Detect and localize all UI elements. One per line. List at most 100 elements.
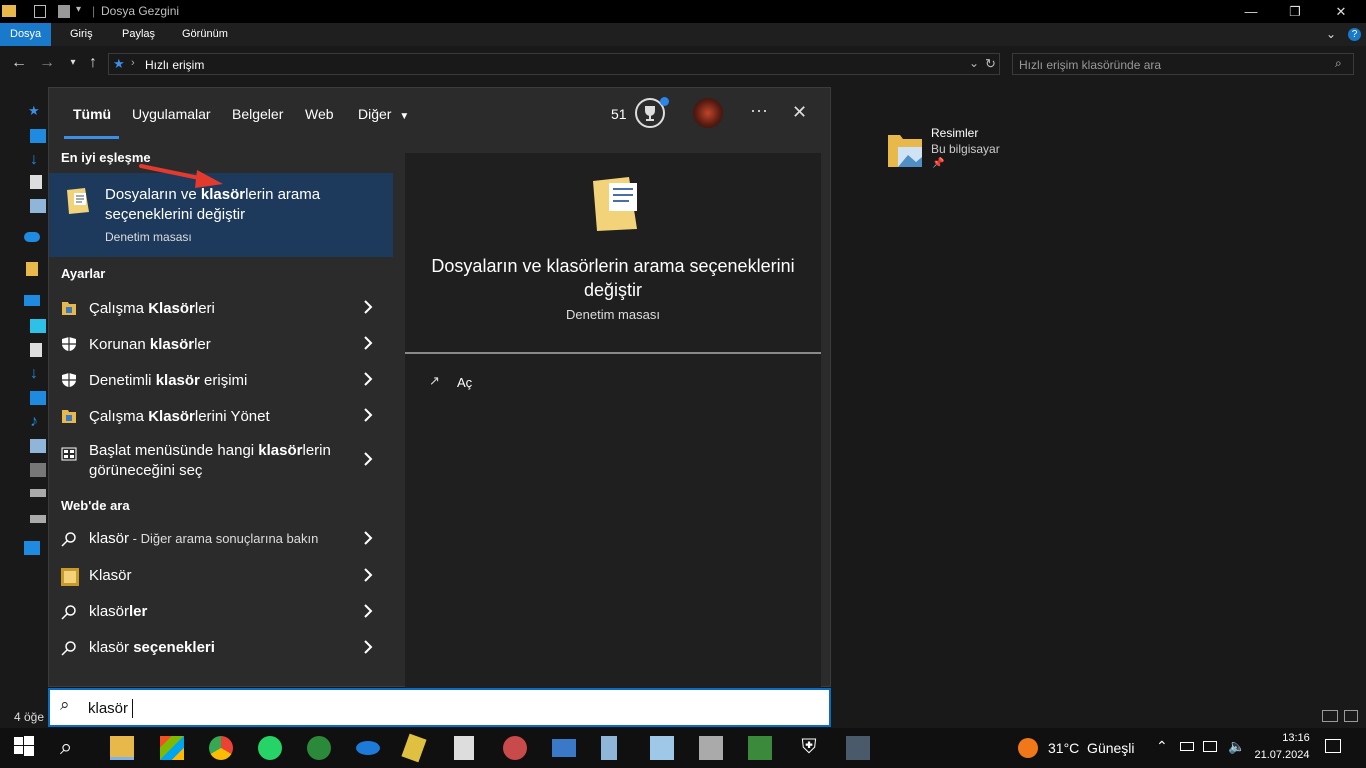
video-icon[interactable]	[30, 463, 46, 477]
chevron-right-icon	[361, 638, 375, 656]
folder-icon	[2, 5, 16, 17]
item-count: 4 öğe	[14, 710, 45, 724]
open-action[interactable]: ↗ Aç	[425, 371, 625, 395]
shield-icon	[61, 336, 77, 352]
up-button[interactable]: ↑	[82, 52, 104, 74]
settings-item[interactable]: Denetimli klasör erişimi	[49, 362, 393, 398]
document-icon[interactable]	[30, 343, 42, 357]
settings-item[interactable]: Çalışma Klasörlerini Yönet	[49, 398, 393, 434]
avatar[interactable]	[693, 98, 723, 128]
chevron-down-icon[interactable]: ⌄	[969, 56, 979, 70]
weather-sun-icon[interactable]	[1018, 738, 1038, 758]
search-query: klasör	[88, 700, 129, 717]
clock-date[interactable]: 21.07.2024	[1252, 749, 1312, 761]
item-name: Resimler	[931, 126, 979, 140]
chevron-down-icon[interactable]: ⌄	[1326, 27, 1336, 41]
new-folder-icon[interactable]	[58, 5, 70, 18]
app-icon[interactable]	[846, 736, 870, 760]
whatsapp-icon[interactable]	[258, 736, 282, 760]
app-icon[interactable]	[454, 736, 474, 760]
tab-file[interactable]: Dosya	[0, 23, 52, 46]
folder-icon[interactable]	[26, 262, 38, 276]
tab-more[interactable]: Diğer ▼	[358, 106, 409, 122]
clock-time[interactable]: 13:16	[1266, 732, 1326, 744]
shield-icon[interactable]: ⛨	[797, 736, 821, 760]
large-icons-view-icon[interactable]	[1344, 710, 1358, 722]
label-part: Çalışma	[89, 300, 149, 317]
this-pc-icon[interactable]	[24, 295, 40, 306]
breadcrumb-separator-icon: ›	[131, 57, 135, 69]
3d-objects-icon[interactable]	[30, 319, 46, 333]
drive-icon[interactable]	[30, 515, 46, 523]
tab-view[interactable]: Görünüm	[172, 23, 238, 46]
battery-icon[interactable]	[1180, 742, 1194, 751]
tab-share[interactable]: Paylaş	[112, 23, 165, 46]
settings-item[interactable]: Korunan klasörler	[49, 326, 393, 362]
shield-icon	[61, 372, 77, 388]
search-input[interactable]: ⌕ klasör	[48, 688, 831, 727]
file-explorer-icon[interactable]	[110, 736, 134, 760]
settings-item[interactable]: Başlat menüsünde hangi klasörlerin görüne…	[49, 436, 393, 484]
start-button[interactable]	[14, 736, 38, 760]
chevron-down-icon[interactable]: ▾	[76, 4, 81, 15]
app-icon[interactable]	[699, 736, 723, 760]
help-icon[interactable]: ?	[1348, 28, 1361, 41]
app-icon[interactable]	[748, 736, 772, 760]
desktop-icon[interactable]	[30, 129, 46, 143]
back-button[interactable]: ←	[8, 52, 30, 74]
chevron-up-icon[interactable]: ⌃	[1156, 738, 1168, 755]
music-icon[interactable]: ♪	[30, 413, 46, 430]
network-icon[interactable]	[24, 541, 40, 555]
store-icon[interactable]	[160, 736, 184, 760]
app-icon[interactable]	[601, 736, 617, 760]
recent-locations-button[interactable]: ▾	[62, 52, 84, 74]
app-icon[interactable]	[503, 736, 527, 760]
pictures-icon[interactable]	[30, 439, 46, 453]
forward-button[interactable]: →	[36, 52, 58, 74]
tab-documents[interactable]: Belgeler	[232, 106, 283, 122]
active-tab-indicator	[64, 136, 119, 139]
app-icon[interactable]	[356, 741, 380, 755]
volume-icon[interactable]: 🔈	[1228, 738, 1245, 755]
explorer-search-input[interactable]: Hızlı erişim klasöründe ara ⌕	[1012, 53, 1354, 75]
drive-icon[interactable]	[30, 489, 46, 497]
web-search-item[interactable]: klasör seçenekleri	[49, 630, 393, 666]
breadcrumb[interactable]: Hızlı erişim	[145, 58, 204, 72]
app-icon[interactable]	[650, 736, 674, 760]
chrome-icon[interactable]	[209, 736, 233, 760]
tab-apps[interactable]: Uygulamalar	[132, 106, 211, 122]
app-icon[interactable]	[401, 733, 427, 763]
document-icon[interactable]	[30, 175, 42, 189]
network-icon[interactable]	[1203, 741, 1217, 752]
download-icon[interactable]: ↓	[30, 365, 46, 382]
web-search-item[interactable]: klasörler	[49, 594, 393, 630]
web-search-item[interactable]: Klasör	[49, 558, 393, 594]
settings-item[interactable]: Çalışma Klasörleri	[49, 290, 393, 326]
close-icon[interactable]: ✕	[792, 102, 807, 123]
notifications-icon[interactable]	[1325, 739, 1341, 753]
minimize-button[interactable]: —	[1228, 0, 1274, 23]
chevron-down-icon: ▼	[399, 111, 410, 122]
pictures-icon[interactable]	[30, 199, 46, 213]
tab-all[interactable]: Tümü	[73, 106, 111, 122]
download-icon[interactable]: ↓	[30, 151, 46, 168]
close-button[interactable]: ✕	[1318, 0, 1364, 23]
web-search-item[interactable]: klasör - Diğer arama sonuçlarına bakın	[49, 521, 393, 557]
app-icon[interactable]	[307, 736, 331, 760]
search-icon[interactable]: ⌕	[60, 736, 84, 760]
tab-home[interactable]: Giriş	[60, 23, 103, 46]
list-item[interactable]: Resimler Bu bilgisayar 📌	[884, 125, 1024, 175]
more-options-icon[interactable]: ···	[750, 100, 768, 121]
search-icon: ⌕	[1335, 56, 1342, 70]
weather-text[interactable]: 31°C Güneşli	[1048, 740, 1135, 756]
tab-web[interactable]: Web	[305, 106, 334, 122]
properties-icon[interactable]	[34, 5, 46, 18]
app-icon[interactable]	[552, 739, 576, 757]
details-view-icon[interactable]	[1322, 710, 1338, 722]
refresh-icon[interactable]: ↻	[985, 56, 996, 72]
star-icon[interactable]: ★	[28, 103, 44, 118]
desktop-icon[interactable]	[30, 391, 46, 405]
address-bar[interactable]: ★ › Hızlı erişim ⌄ ↻	[108, 53, 1000, 75]
onedrive-icon[interactable]	[24, 232, 40, 242]
maximize-button[interactable]: ❐	[1272, 0, 1318, 23]
